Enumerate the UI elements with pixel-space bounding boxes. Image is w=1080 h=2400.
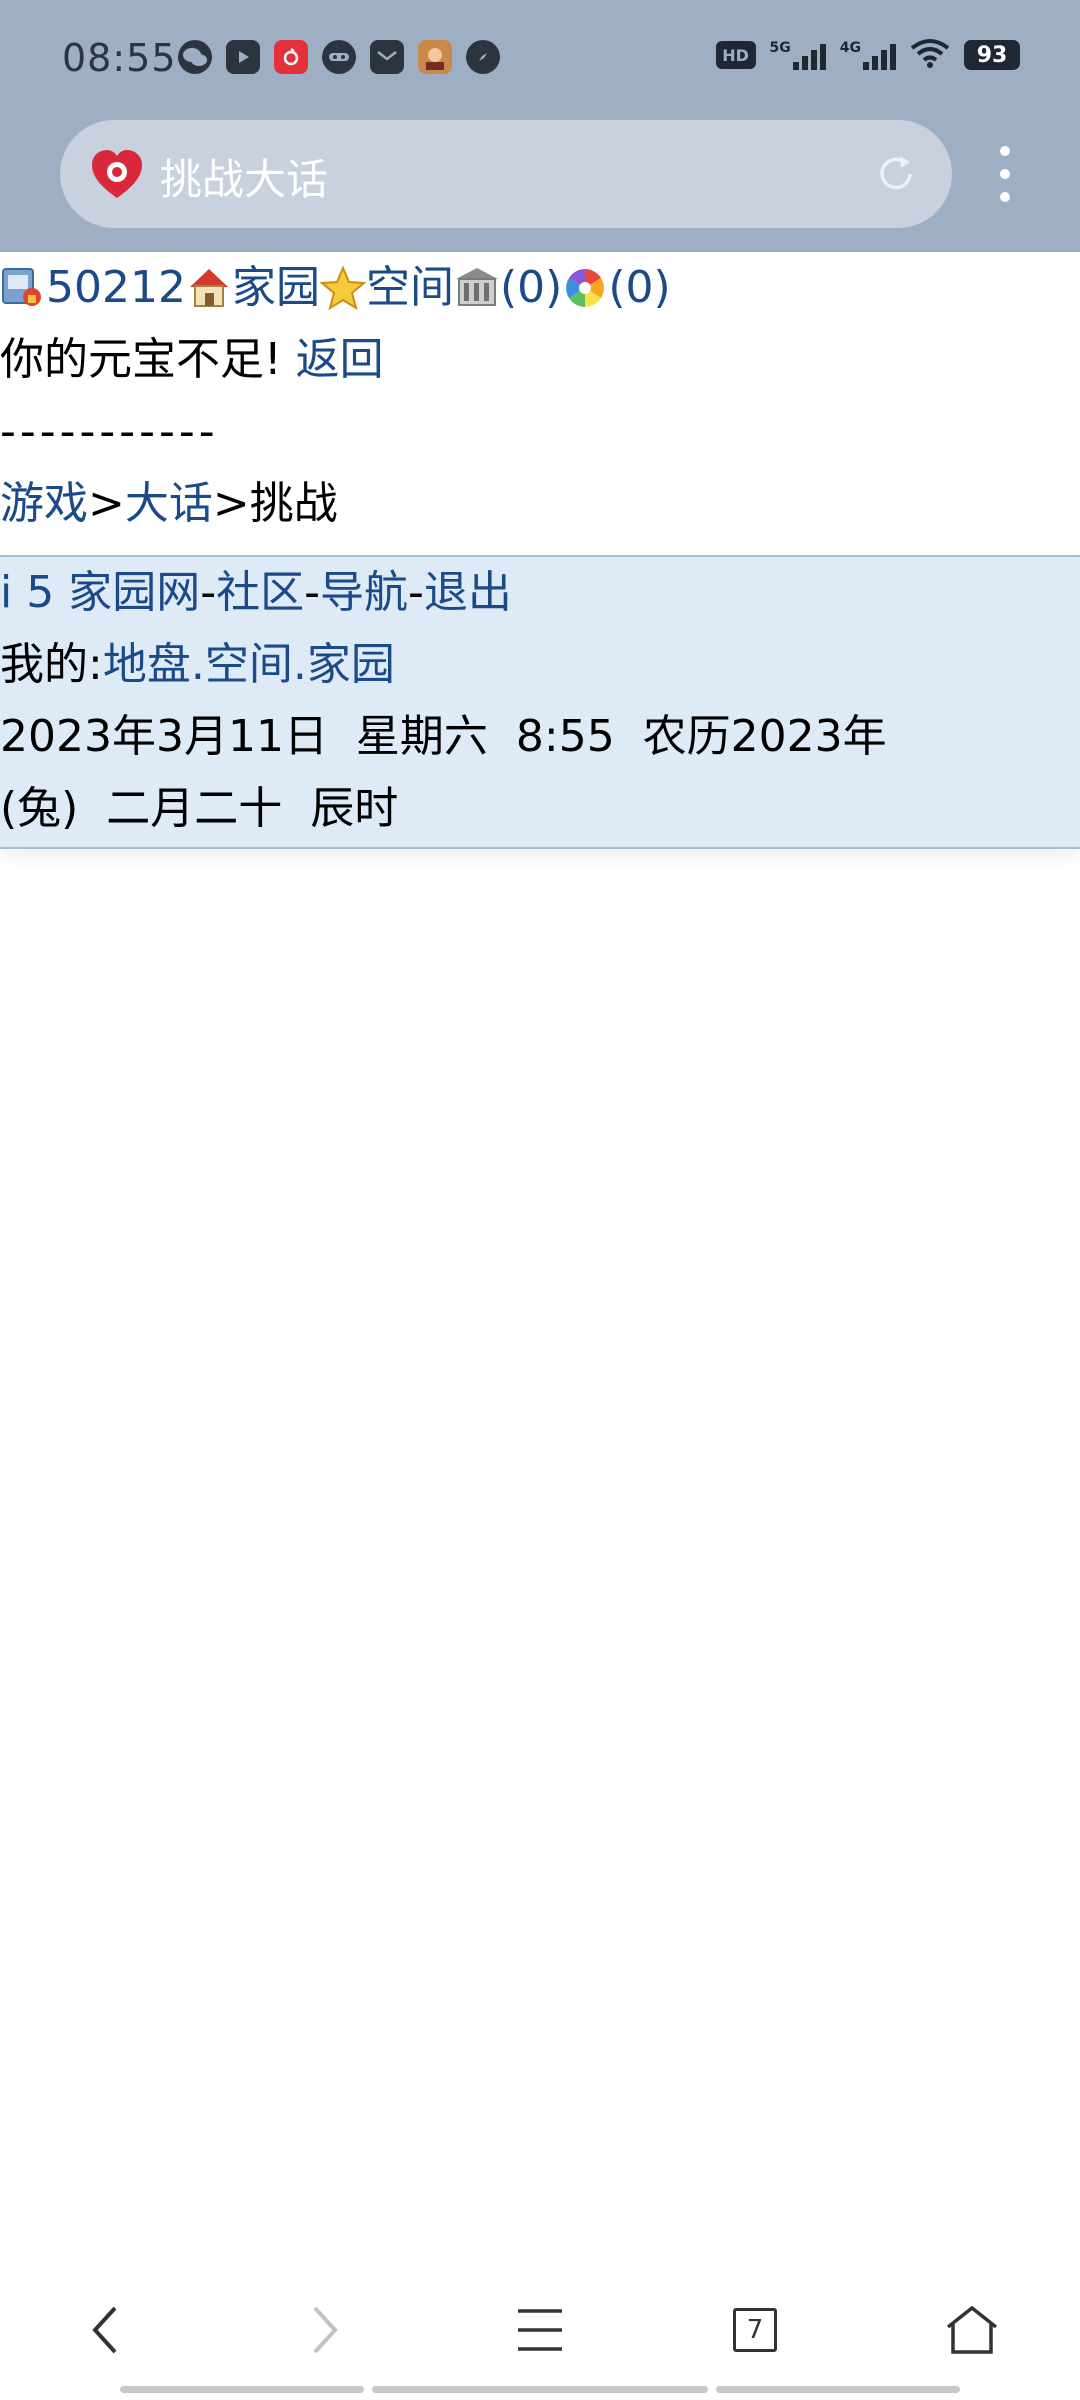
tabs-button[interactable]: 7 [705,2280,805,2380]
breadcrumb-separator: > [88,478,125,529]
hamburger-menu-icon [518,2309,562,2351]
user-id-link[interactable]: 50212 [46,252,186,324]
my-links-row: 我的: 地盘 . 空间 . 家园 [0,629,1080,701]
breadcrumb-dahua-link[interactable]: 大话 [125,468,213,540]
insufficient-message: 你的元宝不足! [0,334,282,385]
site-home-link[interactable]: i 5 家园网 [0,557,200,629]
netease-music-icon [274,40,308,74]
tab-count: 7 [733,2308,777,2352]
back-link[interactable]: 返回 [296,324,384,396]
color-count-link[interactable]: (0) [608,252,670,324]
status-time: 08:55 [62,36,177,80]
signal-5g: 5G [770,40,826,70]
gesture-indicator [0,2386,1080,2394]
building-icon [455,268,498,306]
home-icon [946,2305,998,2354]
back-button[interactable] [55,2280,155,2380]
pinwheel-icon [566,269,605,307]
my-label: 我的: [0,639,103,690]
footer-separator: - [304,567,320,618]
user-icon [2,268,41,306]
navigation-link[interactable]: 导航 [320,557,408,629]
footer-separator: - [407,567,424,618]
turf-link[interactable]: 地盘 [103,629,191,701]
community-link[interactable]: 社区 [216,557,304,629]
breadcrumb-separator: > [212,478,250,529]
dot-icon [1000,192,1010,202]
menu-button[interactable] [490,2280,590,2380]
screen: 08:55 HD 5G 4G 93 挑战大话 50212 家园 空间 (0) (… [0,0,1080,2400]
page-content: 50212 家园 空间 (0) (0) 你的元宝不足! 返回 ---------… [0,252,1080,540]
address-text: 挑战大话 [160,155,329,204]
browser-bottom-nav: 7 [0,2280,1080,2380]
game-face-icon [322,40,356,74]
dot-separator: . [190,639,205,690]
dot-icon [1000,146,1010,156]
date-line-2: (兔) 二月二十 辰时 [0,783,399,834]
video-icon [226,40,260,74]
compass-icon [466,40,500,74]
site-footer: i 5 家园网 - 社区 - 导航 - 退出 我的: 地盘 . 空间 . 家园 … [0,555,1080,849]
battery-indicator: 93 [964,40,1020,70]
breadcrumb: 游戏 > 大话 > 挑战 [0,468,1080,540]
browser-menu-button[interactable] [990,146,1020,202]
address-bar[interactable]: 挑战大话 [60,120,952,228]
game-avatar-icon [418,40,452,74]
chevron-left-icon [92,2306,117,2354]
site-heart-logo-icon [92,150,142,198]
wifi-icon [910,38,950,72]
star-icon [319,265,366,311]
space-link[interactable]: 空间 [366,252,454,324]
date-line-1: 2023年3月11日 星期六 8:55 农历2023年 [0,711,887,762]
signal-4g: 4G [840,40,896,70]
my-home-link[interactable]: 家园 [307,629,395,701]
footer-nav-row: i 5 家园网 - 社区 - 导航 - 退出 [0,557,1080,629]
logout-link[interactable]: 退出 [424,557,512,629]
divider: ----------- [0,406,219,457]
breadcrumb-games-link[interactable]: 游戏 [0,468,88,540]
net-5g-label: 5G [769,40,791,56]
mailbox-icon [370,40,404,74]
home-button[interactable] [922,2280,1022,2380]
message-row: 你的元宝不足! 返回 [0,324,1080,396]
top-links-row: 50212 家园 空间 (0) (0) [0,252,1080,324]
notification-icons [178,40,500,74]
chevron-right-icon [313,2306,338,2354]
my-space-link[interactable]: 空间 [205,629,293,701]
wechat-icon [178,40,212,74]
home-link[interactable]: 家园 [232,252,320,324]
dot-separator: . [292,639,307,690]
status-indicators: HD 5G 4G 93 [715,38,1020,72]
signal-bars-icon [792,40,826,70]
breadcrumb-current: 挑战 [249,478,338,529]
footer-separator: - [200,567,217,618]
net-4g-label: 4G [839,40,861,56]
house-icon [189,269,228,307]
forward-button[interactable] [275,2280,375,2380]
dot-icon [1000,169,1010,179]
hd-voice-badge: HD [715,41,756,69]
building-count-link[interactable]: (0) [500,252,562,324]
reload-icon[interactable] [874,152,918,196]
browser-top-bar: 08:55 HD 5G 4G 93 挑战大话 [0,0,1080,252]
signal-bars-icon [863,40,896,70]
